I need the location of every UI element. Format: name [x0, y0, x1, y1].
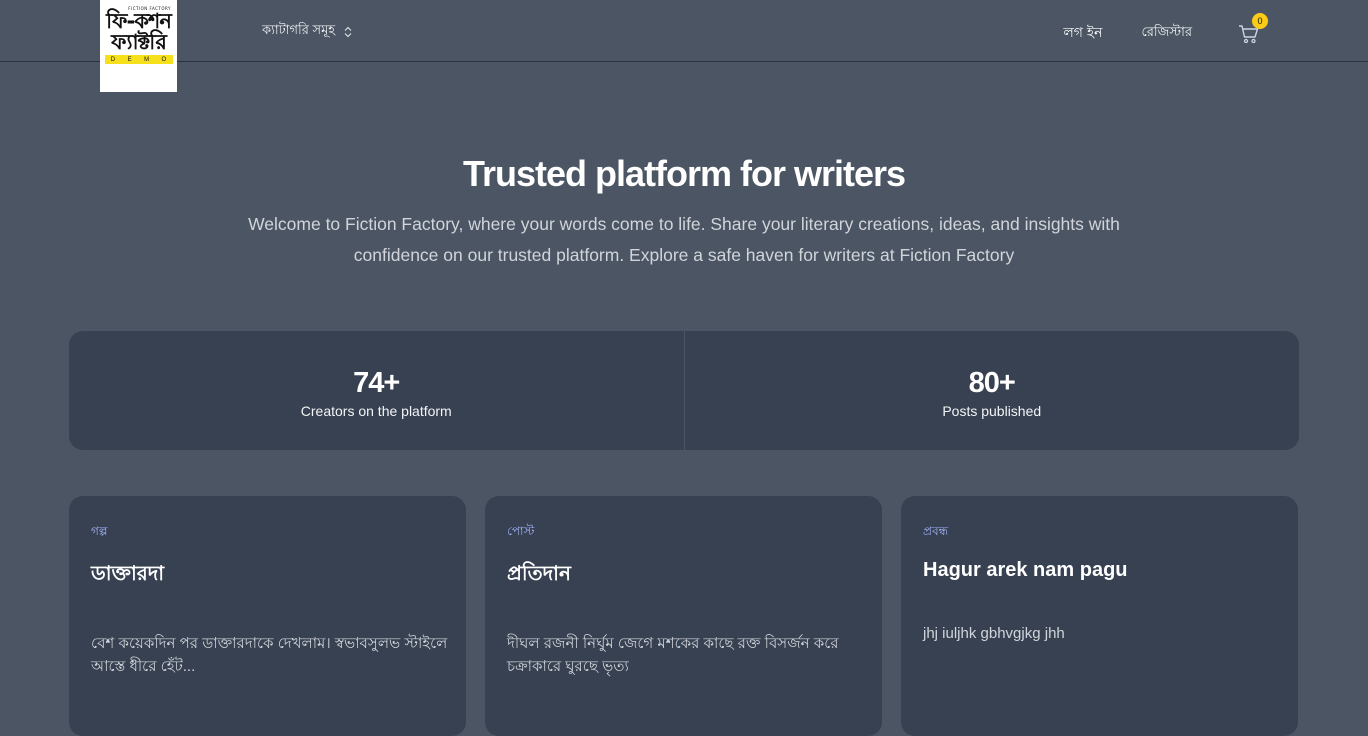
post-title[interactable]: Hagur arek nam pagu	[923, 559, 1276, 582]
logo-demo-letter: E	[127, 56, 132, 63]
post-excerpt: বেশ কয়েকদিন পর ডাক্তারদাকে দেখলাম। স্বভ…	[91, 635, 448, 675]
cart-count-badge: 0	[1252, 13, 1268, 29]
post-card[interactable]: প্রবন্ধ Hagur arek nam pagu jhj iuljhk g…	[901, 496, 1298, 736]
stat-value: 74+	[353, 366, 400, 399]
categories-label: ক্যাটাগরি সমূহ	[262, 22, 336, 37]
post-excerpt: দীঘল রজনী নির্ঘুম জেগে মশকের কাছে রক্ত ব…	[507, 635, 839, 675]
stat-posts: 80+ Posts published	[683, 331, 1300, 450]
logo-line-1: ফি-কশন	[106, 9, 172, 33]
stat-label: Posts published	[942, 402, 1042, 419]
register-link[interactable]: রেজিস্টার	[1142, 23, 1193, 44]
hero-subtitle: Welcome to Fiction Factory, where your w…	[248, 214, 1120, 265]
stat-label: Creators on the platform	[300, 402, 452, 419]
post-category[interactable]: পোস্ট	[507, 523, 860, 539]
post-title[interactable]: ডাক্তারদা	[91, 559, 444, 592]
logo-demo-letter: D	[110, 56, 116, 63]
nav-actions: লগ ইন রেজিস্টার 0	[1063, 13, 1268, 45]
post-category[interactable]: প্রবন্ধ	[923, 523, 1276, 539]
stats-panel: 74+ Creators on the platform 80+ Posts p…	[69, 331, 1299, 450]
top-navbar: FICTION FACTORY ফি-কশন ফ্যাক্টরি D E M O…	[0, 0, 1368, 92]
post-card[interactable]: পোস্ট প্রতিদান দীঘল রজনী নির্ঘুম জেগে মশ…	[485, 496, 882, 736]
post-title[interactable]: প্রতিদান	[507, 559, 860, 592]
logo-demo-letter: O	[161, 56, 167, 63]
logo-line-2: ফ্যাক্টরি	[111, 30, 167, 54]
logo-demo-band: D E M O	[104, 55, 173, 64]
site-logo[interactable]: FICTION FACTORY ফি-কশন ফ্যাক্টরি D E M O	[100, 0, 177, 92]
cart-button[interactable]: 0	[1238, 13, 1268, 44]
stat-creators: 74+ Creators on the platform	[69, 331, 684, 450]
post-excerpt: jhj iuljhk gbhvgjkg jhh	[923, 625, 1065, 642]
post-card[interactable]: গল্প ডাক্তারদা বেশ কয়েকদিন পর ডাক্তারদা…	[69, 496, 466, 736]
chevron-up-down-icon	[344, 26, 352, 37]
categories-dropdown[interactable]: ক্যাটাগরি সমূহ	[262, 21, 352, 42]
login-link[interactable]: লগ ইন	[1063, 21, 1102, 45]
hero-title: Trusted platform for writers	[462, 153, 906, 194]
post-category[interactable]: গল্প	[91, 523, 444, 539]
logo-demo-letter: M	[144, 56, 150, 63]
stat-value: 80+	[968, 366, 1016, 399]
